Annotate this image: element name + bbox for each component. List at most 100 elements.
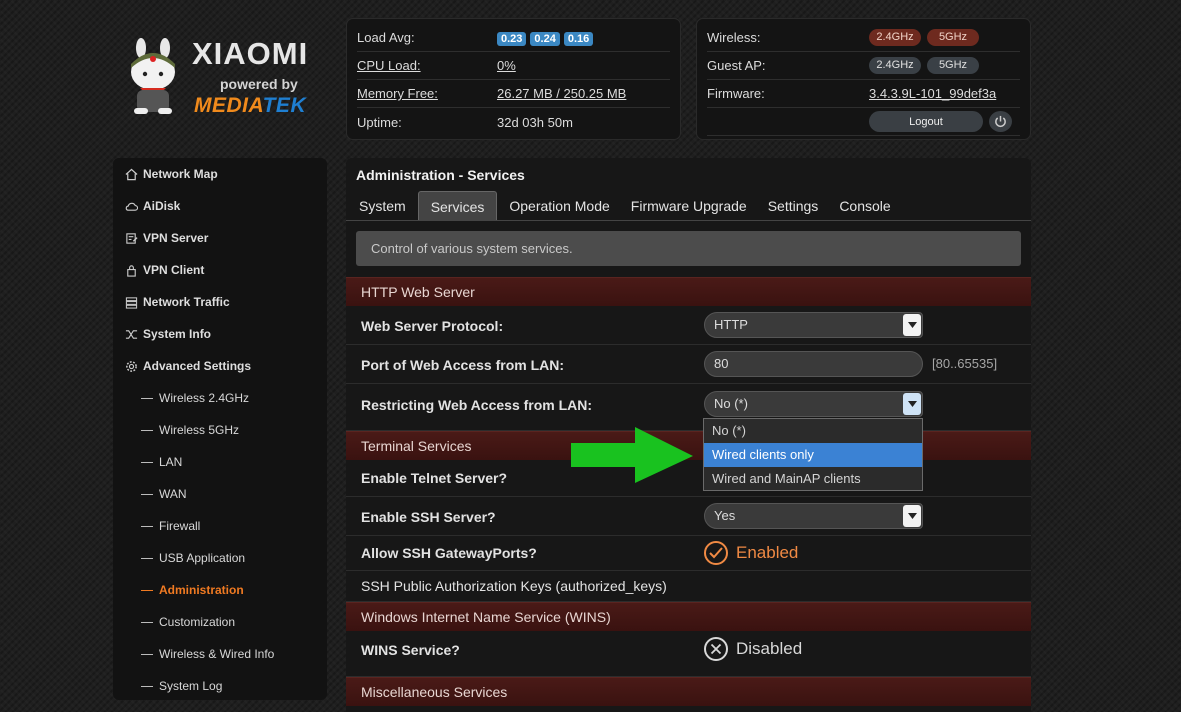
tab-firmware-upgrade[interactable]: Firmware Upgrade	[622, 191, 756, 221]
vpn-client-icon	[123, 262, 139, 278]
chevron-down-icon	[903, 505, 921, 527]
tab-operation-mode[interactable]: Operation Mode	[500, 191, 618, 221]
sidebar-item-label: Network Traffic	[143, 295, 230, 309]
traffic-icon	[123, 294, 139, 310]
brand-name: XIAOMI	[192, 36, 309, 71]
web-port-row: Port of Web Access from LAN: 80 [80..655…	[346, 345, 1031, 384]
web-server-protocol-select[interactable]: HTTP	[704, 312, 923, 338]
sidebar-item-vpn-client[interactable]: VPN Client	[113, 254, 327, 286]
sidebar-subitem-system-log[interactable]: System Log	[113, 670, 327, 702]
sidebar-item-label: VPN Client	[143, 263, 205, 277]
toggle-state: Disabled	[736, 639, 803, 658]
sidebar-subitem-customization[interactable]: Customization	[113, 606, 327, 638]
uptime-label: Uptime:	[357, 114, 402, 130]
tab-bar: System Services Operation Mode Firmware …	[350, 191, 903, 221]
firmware-label: Firmware:	[707, 86, 765, 101]
select-value: No (*)	[714, 396, 748, 411]
wins-service-toggle[interactable]: Disabled	[704, 637, 802, 661]
section-http-web-server: HTTP Web Server	[346, 277, 1031, 306]
wins-service-row: WINS Service? Disabled	[346, 631, 1031, 677]
ssh-gateway-row: Allow SSH GatewayPorts? Enabled	[346, 536, 1031, 571]
cpu-load-link[interactable]: CPU Load:	[357, 58, 497, 73]
select-value: HTTP	[714, 317, 748, 332]
wireless-24ghz-pill[interactable]: 2.4GHz	[869, 29, 921, 46]
sidebar-item-network-map[interactable]: Network Map	[113, 158, 327, 190]
logo: XIAOMI powered by MEDIATEK	[120, 34, 330, 118]
ssh-row: Enable SSH Server? Yes	[346, 497, 1031, 536]
tab-system[interactable]: System	[350, 191, 415, 221]
dropdown-option-wired-only[interactable]: Wired clients only	[704, 443, 922, 467]
sidebar-item-label: System Info	[143, 327, 212, 341]
ssh-label: Enable SSH Server?	[361, 509, 496, 525]
chevron-down-icon	[903, 314, 921, 336]
ssh-server-select[interactable]: Yes	[704, 503, 923, 529]
sidebar-item-aidisk[interactable]: AiDisk	[113, 190, 327, 222]
sidebar: Network Map AiDisk VPN Server VPN Client…	[113, 158, 327, 700]
memory-free-row[interactable]: Memory Free: 26.27 MB / 250.25 MB	[357, 80, 670, 108]
sidebar-subitem-firewall[interactable]: Firewall	[113, 510, 327, 542]
sidebar-subitem-wireless-wired-info[interactable]: Wireless & Wired Info	[113, 638, 327, 670]
sidebar-item-system-info[interactable]: System Info	[113, 318, 327, 350]
uptime-value: 32d 03h 50m	[497, 114, 573, 130]
sidebar-subitem-wan[interactable]: WAN	[113, 478, 327, 510]
sidebar-item-label: Network Map	[143, 167, 218, 181]
cpu-load-row[interactable]: CPU Load: 0%	[357, 52, 670, 80]
guest-ap-5ghz-pill[interactable]: 5GHz	[927, 57, 979, 74]
tab-console[interactable]: Console	[830, 191, 899, 221]
load-avg-label: Load Avg:	[357, 30, 415, 45]
wireless-status-panel: Wireless: 2.4GHz 5GHz Guest AP: 2.4GHz 5…	[696, 18, 1031, 140]
sidebar-item-label: Advanced Settings	[143, 359, 252, 373]
cpu-load-value[interactable]: 0%	[497, 58, 516, 73]
sidebar-subitem-usb-application[interactable]: USB Application	[113, 542, 327, 574]
sidebar-item-network-traffic[interactable]: Network Traffic	[113, 286, 327, 318]
ssh-gateway-label: Allow SSH GatewayPorts?	[361, 545, 537, 561]
sidebar-subitem-wireless-24ghz[interactable]: Wireless 2.4GHz	[113, 382, 327, 414]
dropdown-option-no[interactable]: No (*)	[704, 419, 922, 443]
tab-services[interactable]: Services	[417, 191, 498, 221]
sidebar-subitem-lan[interactable]: LAN	[113, 446, 327, 478]
select-value: Yes	[714, 508, 736, 523]
toggle-state: Enabled	[736, 543, 799, 562]
web-server-protocol-row: Web Server Protocol: HTTP	[346, 306, 1031, 345]
wireless-5ghz-pill[interactable]: 5GHz	[927, 29, 979, 46]
chip-vendor-logo: MEDIATEK	[194, 94, 307, 117]
wins-service-label: WINS Service?	[361, 642, 460, 658]
mi-bunny-mascot-icon	[131, 38, 175, 114]
web-port-input[interactable]: 80	[704, 351, 923, 377]
load-avg-row: Load Avg: 0.23 0.24 0.16	[357, 24, 670, 52]
chevron-down-icon	[903, 393, 921, 415]
shuffle-icon	[123, 326, 139, 342]
load-avg-15: 0.16	[563, 31, 594, 46]
load-avg-values: 0.23 0.24 0.16	[497, 30, 597, 46]
restrict-web-access-label: Restricting Web Access from LAN:	[361, 397, 593, 413]
restrict-web-access-dropdown: No (*) Wired clients only Wired and Main…	[703, 418, 923, 491]
guest-ap-24ghz-pill[interactable]: 2.4GHz	[869, 57, 921, 74]
sidebar-item-advanced-settings[interactable]: Advanced Settings	[113, 350, 327, 382]
info-bar: Control of various system services.	[356, 231, 1021, 266]
sidebar-subitem-wireless-5ghz[interactable]: Wireless 5GHz	[113, 414, 327, 446]
wireless-row: Wireless: 2.4GHz 5GHz	[707, 24, 1020, 52]
guest-ap-row: Guest AP: 2.4GHz 5GHz	[707, 52, 1020, 80]
sidebar-item-vpn-server[interactable]: VPN Server	[113, 222, 327, 254]
logout-button[interactable]: Logout	[869, 111, 983, 132]
web-port-label: Port of Web Access from LAN:	[361, 357, 565, 373]
load-avg-1: 0.23	[497, 31, 527, 46]
memory-free-value[interactable]: 26.27 MB / 250.25 MB	[497, 86, 626, 101]
dropdown-option-wired-mainap[interactable]: Wired and MainAP clients	[704, 467, 922, 491]
guest-ap-label: Guest AP:	[707, 58, 766, 73]
sidebar-subitem-administration[interactable]: Administration	[113, 574, 327, 606]
power-icon	[995, 115, 1006, 127]
sidebar-item-label: AiDisk	[143, 199, 181, 213]
power-button[interactable]	[989, 111, 1012, 132]
tab-divider	[346, 220, 1031, 221]
vpn-server-icon	[123, 230, 139, 246]
memory-free-link[interactable]: Memory Free:	[357, 86, 497, 101]
firmware-row: Firmware: 3.4.3.9L-101_99def3a	[707, 80, 1020, 108]
telnet-label: Enable Telnet Server?	[361, 470, 508, 486]
firmware-version-link[interactable]: 3.4.3.9L-101_99def3a	[869, 86, 996, 101]
ssh-keys-row: SSH Public Authorization Keys (authorize…	[346, 571, 1031, 602]
tab-settings[interactable]: Settings	[759, 191, 828, 221]
restrict-web-access-select[interactable]: No (*)	[704, 391, 923, 417]
ssh-gateway-toggle[interactable]: Enabled	[704, 541, 798, 565]
ssh-keys-label[interactable]: SSH Public Authorization Keys (authorize…	[361, 578, 667, 594]
